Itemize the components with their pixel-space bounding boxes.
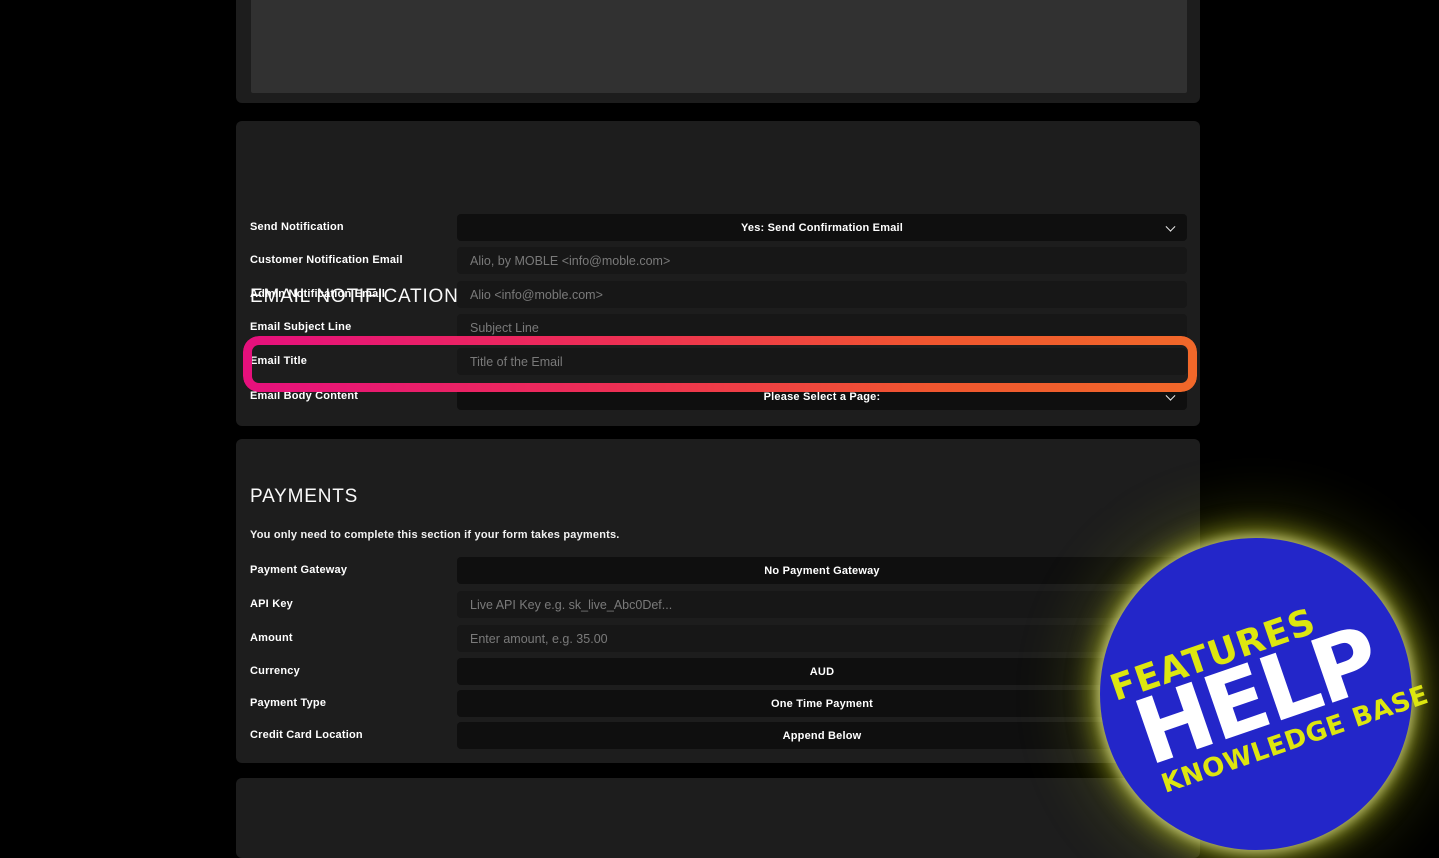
- payment-type-value: One Time Payment: [770, 697, 874, 710]
- email-subject-line-row: Email Subject Line: [250, 314, 1187, 341]
- api-key-row: API Key: [250, 591, 1187, 618]
- credit-card-location-value: Append Below: [782, 729, 862, 742]
- chevron-down-icon: [1165, 390, 1176, 401]
- credit-card-location-label: Credit Card Location: [250, 729, 363, 741]
- payments-note: You only need to complete this section i…: [250, 529, 620, 541]
- email-title-row: Email Title: [250, 348, 1187, 375]
- admin-notification-email-row: Admin Notification Email: [250, 281, 1187, 308]
- payments-section: PAYMENTS You only need to complete this …: [236, 439, 1200, 763]
- next-section-card: [236, 778, 1200, 858]
- amount-label: Amount: [250, 632, 293, 644]
- customer-notification-email-row: Customer Notification Email: [250, 247, 1187, 274]
- email-body-content-row: Email Body Content Please Select a Page:: [250, 383, 1187, 410]
- payments-section-title: PAYMENTS: [250, 486, 359, 507]
- email-body-content-select[interactable]: Please Select a Page:: [457, 383, 1187, 410]
- currency-label: Currency: [250, 665, 300, 677]
- payment-gateway-label: Payment Gateway: [250, 564, 348, 576]
- preview-area: [251, 0, 1187, 93]
- payment-type-row: Payment Type One Time Payment: [250, 690, 1187, 717]
- send-notification-label: Send Notification: [250, 221, 344, 233]
- send-notification-value: Yes: Send Confirmation Email: [740, 221, 904, 234]
- admin-notification-email-input[interactable]: [457, 281, 1187, 308]
- customer-notification-email-input[interactable]: [457, 247, 1187, 274]
- email-subject-line-input[interactable]: [457, 314, 1187, 341]
- currency-row: Currency AUD: [250, 658, 1187, 685]
- credit-card-location-row: Credit Card Location Append Below: [250, 722, 1187, 749]
- payment-type-label: Payment Type: [250, 697, 327, 709]
- email-subject-line-label: Email Subject Line: [250, 321, 352, 333]
- currency-value: AUD: [809, 665, 835, 678]
- amount-input[interactable]: [457, 625, 1187, 652]
- payment-gateway-select[interactable]: No Payment Gateway: [457, 557, 1187, 584]
- payment-gateway-row: Payment Gateway No Payment Gateway: [250, 557, 1187, 584]
- email-title-label: Email Title: [250, 355, 308, 367]
- amount-row: Amount: [250, 625, 1187, 652]
- api-key-input[interactable]: [457, 591, 1187, 618]
- admin-notification-email-label: Admin Notification Email: [250, 288, 385, 300]
- send-notification-select[interactable]: Yes: Send Confirmation Email: [457, 214, 1187, 241]
- email-title-input[interactable]: [457, 348, 1187, 375]
- chevron-down-icon: [1165, 221, 1176, 232]
- api-key-label: API Key: [250, 598, 293, 610]
- badge-text-block: FEATURES HELP KNOWLEDGE BASE: [1100, 581, 1432, 806]
- help-knowledge-base-badge[interactable]: FEATURES HELP KNOWLEDGE BASE: [1100, 538, 1432, 850]
- preview-card: [236, 0, 1200, 103]
- email-body-content-value: Please Select a Page:: [763, 390, 881, 403]
- payment-gateway-value: No Payment Gateway: [764, 564, 880, 577]
- credit-card-location-select[interactable]: Append Below: [457, 722, 1187, 749]
- email-notification-section: EMAIL NOTIFICATION Send Notification Yes…: [236, 121, 1200, 426]
- customer-notification-email-label: Customer Notification Email: [250, 254, 403, 266]
- email-body-content-label: Email Body Content: [250, 390, 359, 402]
- send-notification-row: Send Notification Yes: Send Confirmation…: [250, 214, 1187, 241]
